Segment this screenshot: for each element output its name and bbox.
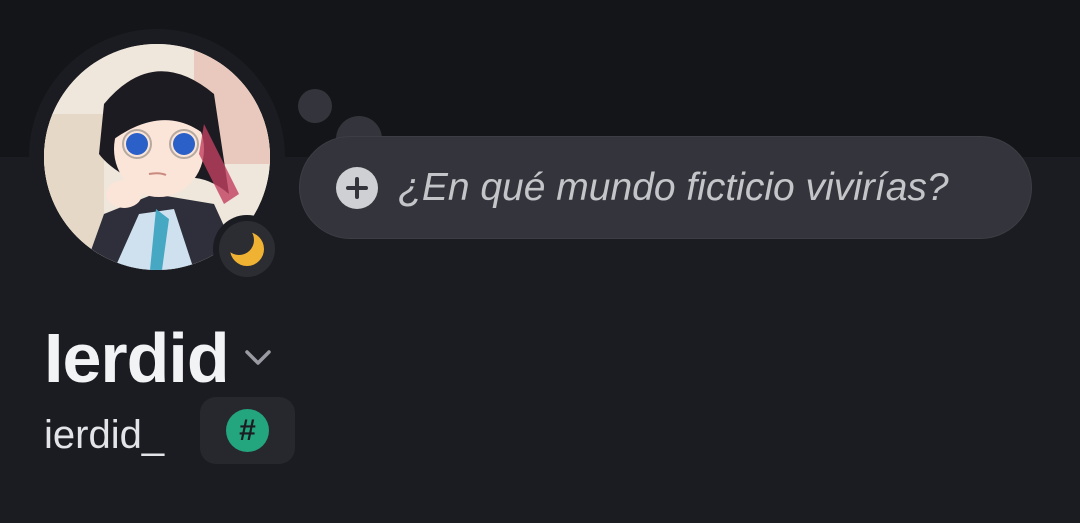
moon-icon	[227, 229, 264, 266]
thought-bubble-dot	[298, 89, 332, 123]
hashtag-icon: #	[226, 409, 269, 452]
profile-badge[interactable]: #	[200, 397, 295, 464]
username: ierdid_	[44, 413, 165, 457]
chevron-down-icon[interactable]	[240, 340, 276, 376]
custom-status-placeholder: ¿En qué mundo ficticio vivirías?	[398, 165, 949, 209]
status-indicator	[213, 215, 281, 283]
plus-icon	[336, 166, 378, 209]
custom-status-button[interactable]: ¿En qué mundo ficticio vivirías?	[299, 136, 1032, 239]
display-name[interactable]: Ierdid	[44, 318, 230, 398]
